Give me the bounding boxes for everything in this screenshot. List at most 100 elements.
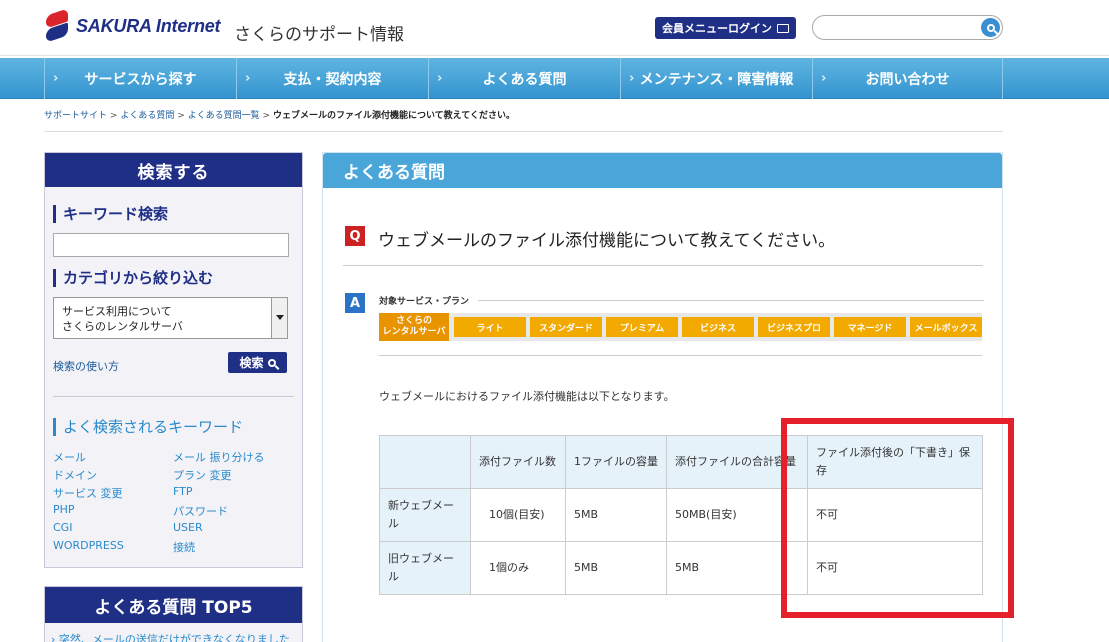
table-cell: 不可: [807, 541, 983, 595]
table-row: 新ウェブメール 10個(目安) 5MB 50MB(目安) 不可: [379, 488, 983, 542]
plan-tags: さくらの レンタルサーバ ライト スタンダード プレミアム ビジネス ビジネスプ…: [379, 313, 982, 341]
table-cell: 不可: [807, 488, 983, 542]
keyword-link[interactable]: USER: [173, 521, 203, 534]
target-plan-label: 対象サービス・プラン: [379, 297, 470, 307]
table-cell: 10個(目安): [470, 488, 566, 542]
sidebar-search-box: 検索する キーワード検索 カテゴリから絞り込む サービス利用について さくらのレ…: [44, 152, 303, 568]
divider: [379, 355, 982, 356]
breadcrumb-sep: >: [262, 111, 271, 121]
category-select-line1: サービス利用について: [62, 305, 172, 318]
breadcrumb-link[interactable]: よくある質問一覧: [188, 111, 260, 121]
popular-keywords-title: よく検索されるキーワード: [53, 418, 243, 436]
faq-main-panel: よくある質問 Q ウェブメールのファイル添付機能について教えてください。 A 対…: [322, 152, 1003, 642]
member-login-label: 会員メニューログイン: [662, 22, 772, 35]
keyword-link[interactable]: CGI: [53, 521, 72, 534]
keyword-link[interactable]: ドメイン: [53, 467, 97, 483]
table-cell: 1個のみ: [470, 541, 566, 595]
keyword-search-title: キーワード検索: [53, 205, 168, 223]
keyword-link[interactable]: サービス 変更: [53, 485, 123, 501]
search-icon: [267, 358, 276, 367]
keyword-link[interactable]: WORDPRESS: [53, 539, 124, 552]
site-title: さくらのサポート情報: [234, 25, 404, 45]
keyword-search-input[interactable]: [53, 233, 289, 257]
header-search-input[interactable]: [812, 15, 1003, 40]
breadcrumb: サポートサイト > よくある質問 > よくある質問一覧 > ウェブメールのファイ…: [44, 108, 515, 121]
table-header-cell: [379, 435, 471, 489]
divider: [53, 396, 294, 397]
nav-label: よくある質問: [482, 71, 567, 88]
table-cell: 5MB: [666, 541, 808, 595]
monitor-icon: [777, 23, 789, 33]
plan-tag: ビジネス: [682, 317, 754, 337]
breadcrumb-link[interactable]: サポートサイト: [44, 111, 107, 121]
nav-label: サービスから探す: [84, 71, 197, 88]
keyword-link[interactable]: メール 振り分ける: [173, 449, 265, 465]
table-cell: 5MB: [565, 488, 667, 542]
plan-tag: ライト: [454, 317, 526, 337]
category-select[interactable]: サービス利用について さくらのレンタルサーバ: [53, 297, 288, 339]
table-header-cell: 1ファイルの容量: [565, 435, 667, 489]
plan-tag: マネージド: [834, 317, 906, 337]
category-filter-title: カテゴリから絞り込む: [53, 269, 213, 287]
nav-item-services[interactable]: サービスから探す: [44, 58, 236, 99]
faq-top5-box: よくある質問 TOP5 › 突然、メールの送信だけができなくなりました: [44, 586, 303, 642]
keyword-link[interactable]: FTP: [173, 485, 193, 498]
table-row: 旧ウェブメール 1個のみ 5MB 5MB 不可: [379, 541, 983, 595]
table-header-row: 添付ファイル数 1ファイルの容量 添付ファイルの合計容量 ファイル添付後の「下書…: [379, 435, 983, 489]
search-howto-link[interactable]: 検索の使い方: [53, 358, 119, 374]
table-header-cell: 添付ファイルの合計容量: [666, 435, 808, 489]
answer-description: ウェブメールにおけるファイル添付機能は以下となります。: [379, 390, 675, 403]
keyword-link[interactable]: パスワード: [173, 503, 228, 519]
table-row-header: 旧ウェブメール: [379, 541, 471, 595]
keyword-link[interactable]: プラン 変更: [173, 467, 232, 483]
keyword-link[interactable]: PHP: [53, 503, 75, 516]
breadcrumb-current: ウェブメールのファイル添付機能について教えてください。: [272, 111, 515, 121]
nav-label: お問い合わせ: [865, 71, 950, 88]
attachment-spec-table: 添付ファイル数 1ファイルの容量 添付ファイルの合計容量 ファイル添付後の「下書…: [379, 435, 983, 595]
plan-tag-label: さくらの: [395, 316, 432, 326]
breadcrumb-link[interactable]: よくある質問: [120, 111, 174, 121]
faq-top5-heading: よくある質問 TOP5: [45, 587, 302, 623]
plan-tag: ビジネスプロ: [758, 317, 830, 337]
plan-tag: メールボックス: [910, 317, 982, 337]
plan-tag: プレミアム: [606, 317, 678, 337]
plan-tag-label: レンタルサーバ: [382, 327, 446, 337]
member-login-button[interactable]: 会員メニューログイン: [655, 17, 796, 39]
question-badge: Q: [345, 226, 365, 246]
sakura-logo[interactable]: SAKURA Internet: [44, 8, 221, 43]
nav-item-maintenance[interactable]: メンテナンス・障害情報: [620, 58, 812, 99]
table-cell: 50MB(目安): [666, 488, 808, 542]
faq-top5-item[interactable]: › 突然、メールの送信だけができなくなりました: [51, 631, 290, 642]
nav-item-payment[interactable]: 支払・契約内容: [236, 58, 428, 99]
keyword-link[interactable]: 接続: [173, 539, 195, 555]
breadcrumb-sep: >: [109, 111, 118, 121]
search-icon: [986, 23, 995, 32]
site-header: SAKURA Internet さくらのサポート情報 会員メニューログイン: [0, 0, 1109, 56]
sidebar-search-button[interactable]: 検索: [228, 352, 287, 373]
chevron-down-icon[interactable]: [271, 298, 287, 338]
faq-panel-heading: よくある質問: [323, 153, 1002, 188]
faq-top5-item-label: 突然、メールの送信だけができなくなりました: [58, 633, 290, 642]
logo-text: SAKURA Internet: [76, 15, 221, 36]
divider: [478, 300, 984, 301]
header-search-button[interactable]: [981, 18, 1000, 37]
plan-tag-rental-server: さくらの レンタルサーバ: [379, 313, 449, 341]
sidebar-search-label: 検索: [239, 356, 264, 370]
answer-badge: A: [345, 293, 365, 313]
divider: [44, 131, 1003, 132]
nav-item-faq[interactable]: よくある質問: [428, 58, 620, 99]
table-cell: 5MB: [565, 541, 667, 595]
sakura-logo-icon: [44, 8, 70, 43]
nav-item-contact[interactable]: お問い合わせ: [812, 58, 1003, 99]
nav-label: メンテナンス・障害情報: [639, 71, 794, 88]
nav-label: 支払・契約内容: [283, 71, 382, 88]
table-header-cell: 添付ファイル数: [470, 435, 566, 489]
question-title: ウェブメールのファイル添付機能について教えてください。: [378, 231, 836, 251]
keyword-link[interactable]: メール: [53, 449, 86, 465]
plan-tag: スタンダード: [530, 317, 602, 337]
sidebar-search-heading: 検索する: [45, 153, 302, 187]
global-nav: サービスから探す 支払・契約内容 よくある質問 メンテナンス・障害情報 お問い合…: [0, 58, 1109, 99]
divider: [343, 265, 983, 266]
breadcrumb-sep: >: [177, 111, 185, 121]
category-select-line2: さくらのレンタルサーバ: [62, 320, 183, 333]
